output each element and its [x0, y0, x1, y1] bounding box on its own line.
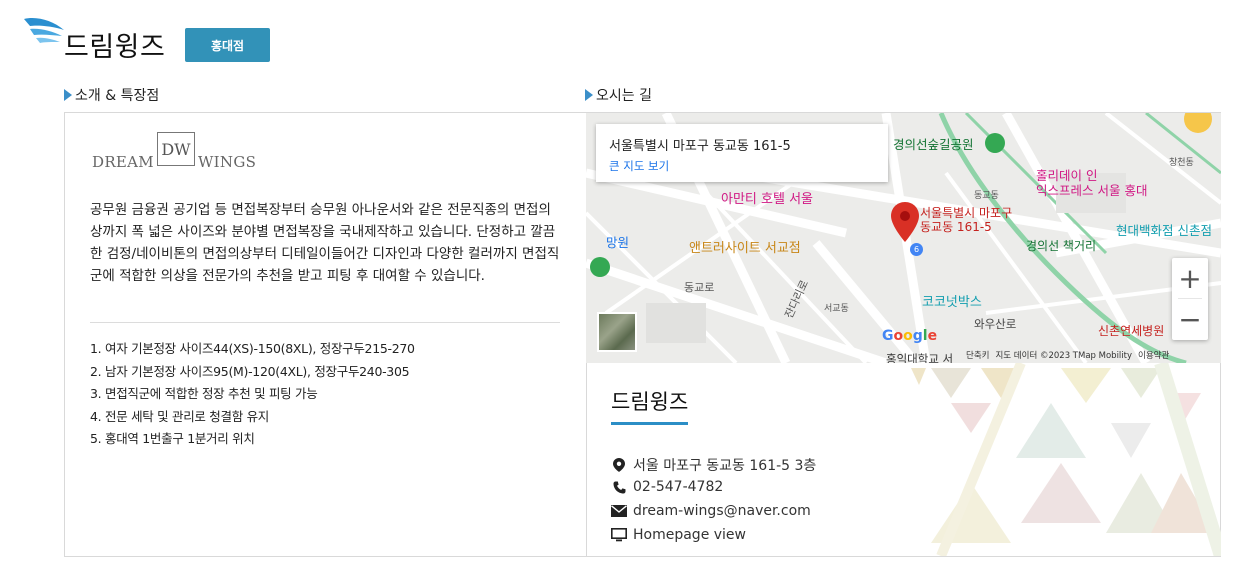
place-name-line: 익스프레스 서울 홍대 — [1036, 183, 1148, 198]
address-row: 서울 마포구 동교동 161-5 3층 — [611, 455, 816, 475]
section-directions-text: 오시는 길 — [596, 88, 652, 104]
place-gyeongui-park[interactable]: 경의선숲길공원 — [893, 134, 974, 153]
marker-label-line: 동교동 161-5 — [920, 220, 992, 234]
section-intro-label: 소개 & 특장점 — [64, 85, 159, 105]
map-footer: 단축키 지도 데이터 ©2023 TMap Mobility 이용약관 — [966, 349, 1169, 361]
feature-item: 5. 홍대역 1번출구 1분거리 위치 — [90, 431, 255, 446]
feature-item: 1. 여자 기본정장 사이즈44(XS)-150(8XL), 정장구두215-2… — [90, 341, 415, 356]
homepage-row[interactable]: Homepage view — [611, 527, 746, 543]
store-info: 드림윙즈 서울 마포구 동교동 161-5 3층 02-547-4782 dre… — [586, 363, 1221, 556]
popup-address: 서울특별시 마포구 동교동 161-5 — [609, 139, 791, 154]
shortcuts-link[interactable]: 단축키 — [966, 349, 989, 361]
address-popup: 서울특별시 마포구 동교동 161-5 큰 지도 보기 — [596, 124, 888, 182]
google-letter: o — [893, 328, 904, 344]
store-panel: DREAM DW WINGS 공무원 금융권 공기업 등 면접복장부터 승무원 … — [64, 112, 1221, 557]
zoom-control: + − — [1172, 258, 1208, 340]
road-wausanro: 와우산로 — [974, 317, 1017, 331]
envelope-icon — [611, 505, 627, 517]
place-hyundai[interactable]: 현대백화점 신촌점 — [1116, 220, 1212, 239]
place-hongik[interactable]: 홍익대학교 서 — [886, 351, 953, 363]
logo-word-left: DREAM — [92, 153, 154, 171]
decorative-triangles — [911, 363, 1221, 556]
embedded-map[interactable]: 서울특별시 마포구 동교동 161-5 큰 지도 보기 서울특별시 마포구 동교… — [586, 113, 1221, 363]
marker-label-line: 서울특별시 마포구 — [920, 206, 1013, 220]
place-holiday-inn[interactable]: 홀리데이 인 익스프레스 서울 홍대 — [1036, 168, 1147, 198]
place-mangwon[interactable]: 망원 — [606, 232, 629, 251]
brand-title: 드림윙즈 — [64, 32, 166, 63]
store-name: 드림윙즈 — [611, 386, 689, 425]
feature-list: 1. 여자 기본정장 사이즈44(XS)-150(8XL), 정장구두215-2… — [90, 338, 415, 451]
area-seogyo: 서교동 — [824, 304, 849, 314]
section-intro-text: 소개 & 특장점 — [75, 88, 160, 104]
place-gyeongui-book[interactable]: 경의선 책거리 — [1026, 237, 1096, 254]
place-name-line: 홀리데이 인 — [1036, 168, 1098, 183]
feature-item: 2. 남자 기본정장 사이즈95(M)-120(4XL), 정장구두240-30… — [90, 363, 410, 379]
section-directions-label: 오시는 길 — [585, 85, 652, 105]
google-letter: e — [927, 328, 938, 344]
intro-column: DREAM DW WINGS 공무원 금융권 공기업 등 면접복장부터 승무원 … — [65, 113, 587, 556]
location-pin-icon[interactable] — [891, 202, 919, 242]
road-donggyo-ro: 동교로 — [684, 281, 715, 294]
triangle-bullet-icon — [64, 89, 72, 101]
google-logo: Google — [882, 328, 937, 344]
store-address: 서울 마포구 동교동 161-5 3층 — [633, 458, 817, 474]
store-phone[interactable]: 02-547-4782 — [633, 479, 723, 495]
branch-badge[interactable]: 홍대점 — [185, 28, 270, 62]
map-data-attribution: 지도 데이터 ©2023 TMap Mobility — [995, 351, 1133, 361]
place-severance[interactable]: 신촌연세병원 — [1098, 322, 1164, 339]
dreamwings-logo: DREAM DW WINGS — [92, 132, 257, 172]
phone-row: 02-547-4782 — [611, 479, 723, 495]
google-letter: G — [882, 328, 894, 344]
place-anthracite[interactable]: 앤트러사이트 서교점 — [689, 237, 801, 256]
google-letter: g — [912, 328, 923, 344]
feature-item: 3. 면접직군에 적합한 정장 추천 및 피팅 가능 — [90, 386, 318, 401]
header: 드림윙즈 홍대점 — [22, 16, 622, 66]
zoom-out-button[interactable]: − — [1172, 299, 1208, 339]
place-kokonut[interactable]: 코코넛박스 — [922, 291, 982, 310]
phone-icon — [611, 481, 627, 494]
area-changcheon: 창천동 — [1169, 158, 1194, 168]
marker-label: 서울특별시 마포구 동교동 161-5 — [920, 206, 1012, 234]
large-map-link[interactable]: 큰 지도 보기 — [609, 158, 669, 174]
logo-word-right: WINGS — [197, 153, 257, 171]
area-dongkyo: 동교동 — [974, 191, 999, 201]
divider — [90, 322, 560, 323]
intro-description: 공무원 금융권 공기업 등 면접복장부터 승무원 아나운서와 같은 전문직종의 … — [90, 202, 560, 284]
monitor-icon — [611, 528, 627, 542]
wing-logo-icon — [24, 18, 64, 43]
email-row: dream-wings@naver.com — [611, 503, 811, 519]
homepage-link[interactable]: Homepage view — [633, 527, 746, 543]
satellite-toggle[interactable] — [597, 312, 637, 352]
terms-link[interactable]: 이용약관 — [1138, 349, 1169, 361]
logo-mark: DW — [156, 132, 195, 166]
zoom-in-button[interactable]: + — [1172, 258, 1208, 298]
triangle-bullet-icon — [585, 89, 593, 101]
google-letter: o — [903, 328, 913, 344]
route-badge: 6 — [910, 243, 923, 256]
map-pin-icon — [611, 458, 627, 472]
feature-item: 4. 전문 세탁 및 관리로 청결함 유지 — [90, 408, 269, 424]
place-amanti-hotel[interactable]: 아만티 호텔 서울 — [721, 188, 813, 207]
store-email[interactable]: dream-wings@naver.com — [633, 503, 811, 519]
